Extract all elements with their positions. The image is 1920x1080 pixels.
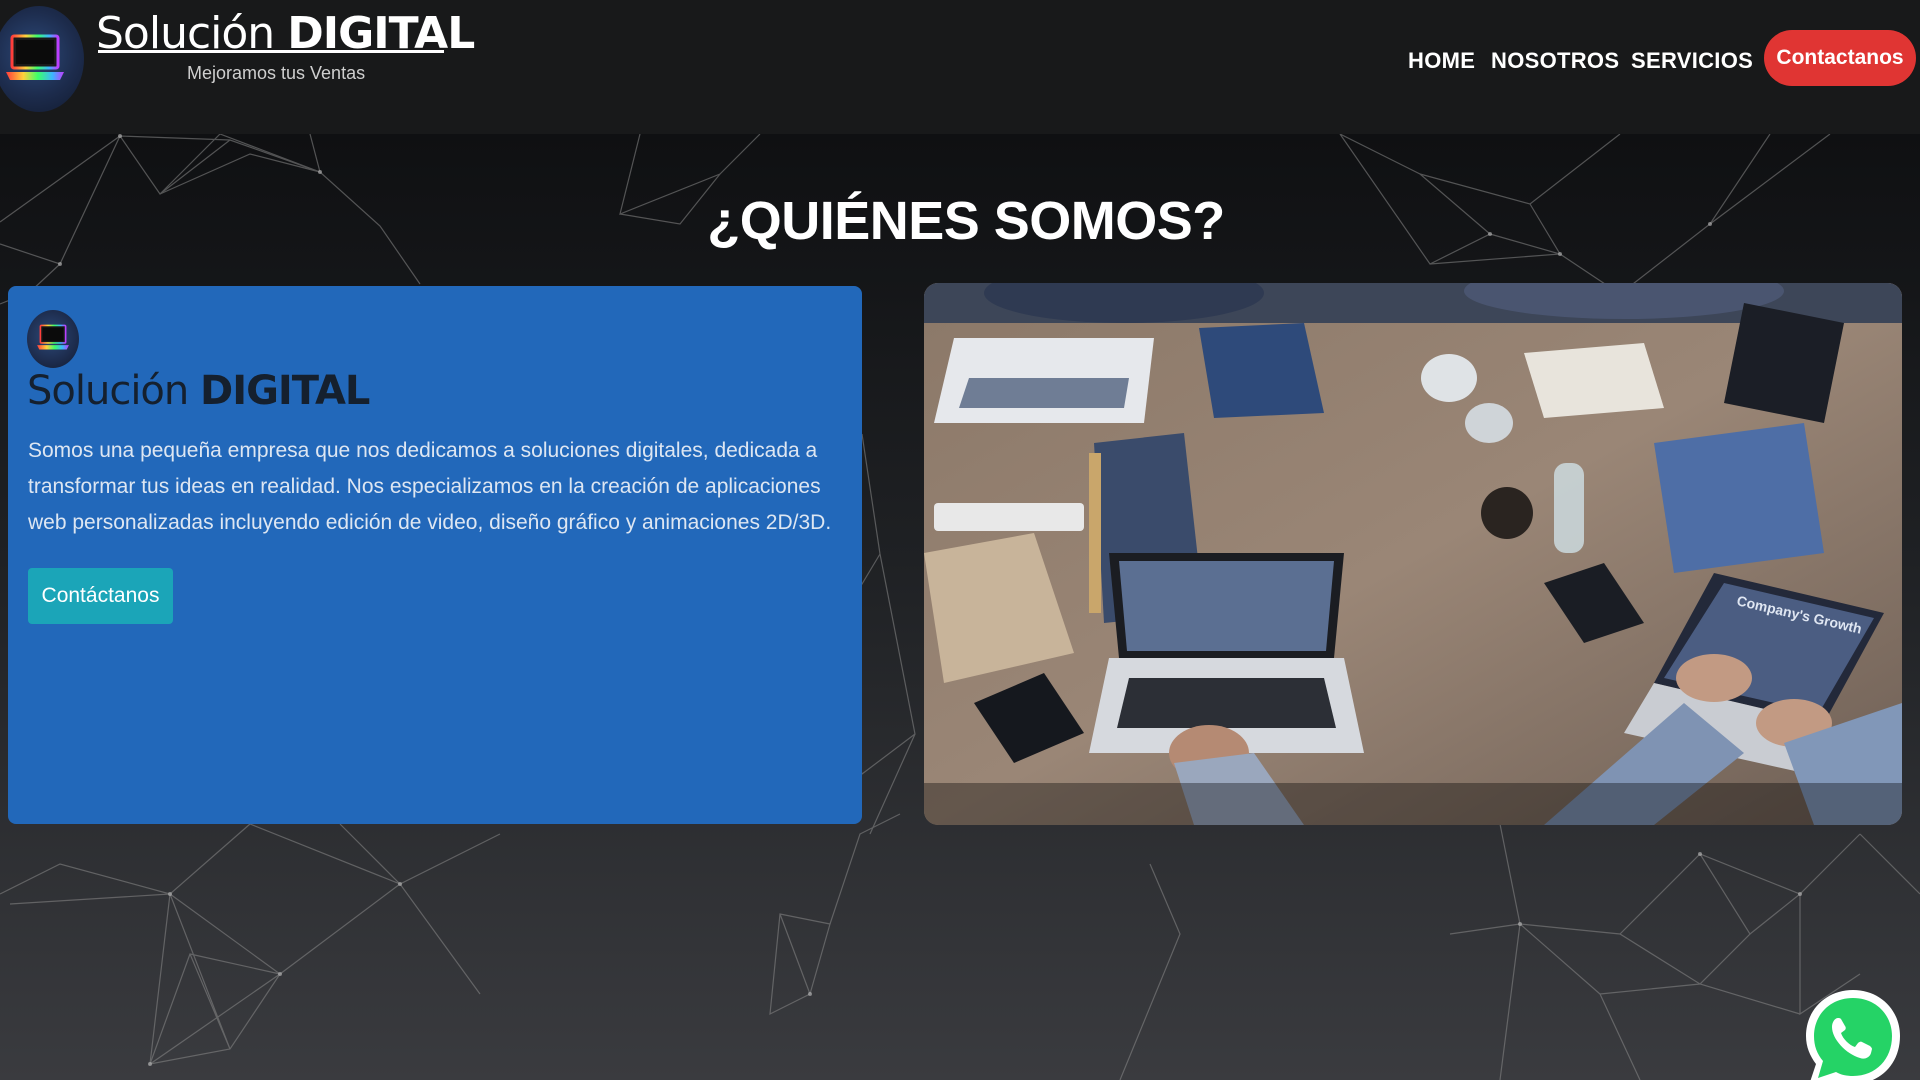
team-photo-illustration: Company's Growth <box>924 283 1902 825</box>
about-section: ¿QUIÉNES SOMOS? Solución DIGITAL Somos u… <box>0 134 1920 1080</box>
card-brand-name: Solución DIGITAL <box>27 368 370 414</box>
card-description: Somos una pequeña empresa que nos dedica… <box>28 439 832 534</box>
whatsapp-button[interactable] <box>1798 984 1908 1080</box>
nav-nosotros[interactable]: NOSOTROS <box>1491 48 1619 74</box>
card-brand-bold: DIGITAL <box>199 368 370 414</box>
brand-underline <box>98 50 444 53</box>
card-logo <box>27 310 79 368</box>
nav-servicios[interactable]: SERVICIOS <box>1631 48 1753 74</box>
whatsapp-icon <box>1806 990 1900 1080</box>
section-title: ¿QUIÉNES SOMOS? <box>707 191 1225 251</box>
about-card: Solución DIGITAL Somos una pequeña empre… <box>8 286 862 824</box>
nav-home[interactable]: HOME <box>1408 48 1475 74</box>
card-brand-light: Solución <box>27 368 189 414</box>
contact-button[interactable]: Contáctanos <box>28 568 173 624</box>
laptop-icon <box>6 34 64 80</box>
brand-tagline: Mejoramos tus Ventas <box>187 63 366 83</box>
nav-contact-button[interactable]: Contactanos <box>1764 30 1916 86</box>
laptop-icon <box>37 324 69 350</box>
logo[interactable] <box>0 6 84 112</box>
site-header: Solución DIGITAL Mejoramos tus Ventas HO… <box>0 0 1920 134</box>
team-photo: Company's Growth <box>924 283 1902 825</box>
